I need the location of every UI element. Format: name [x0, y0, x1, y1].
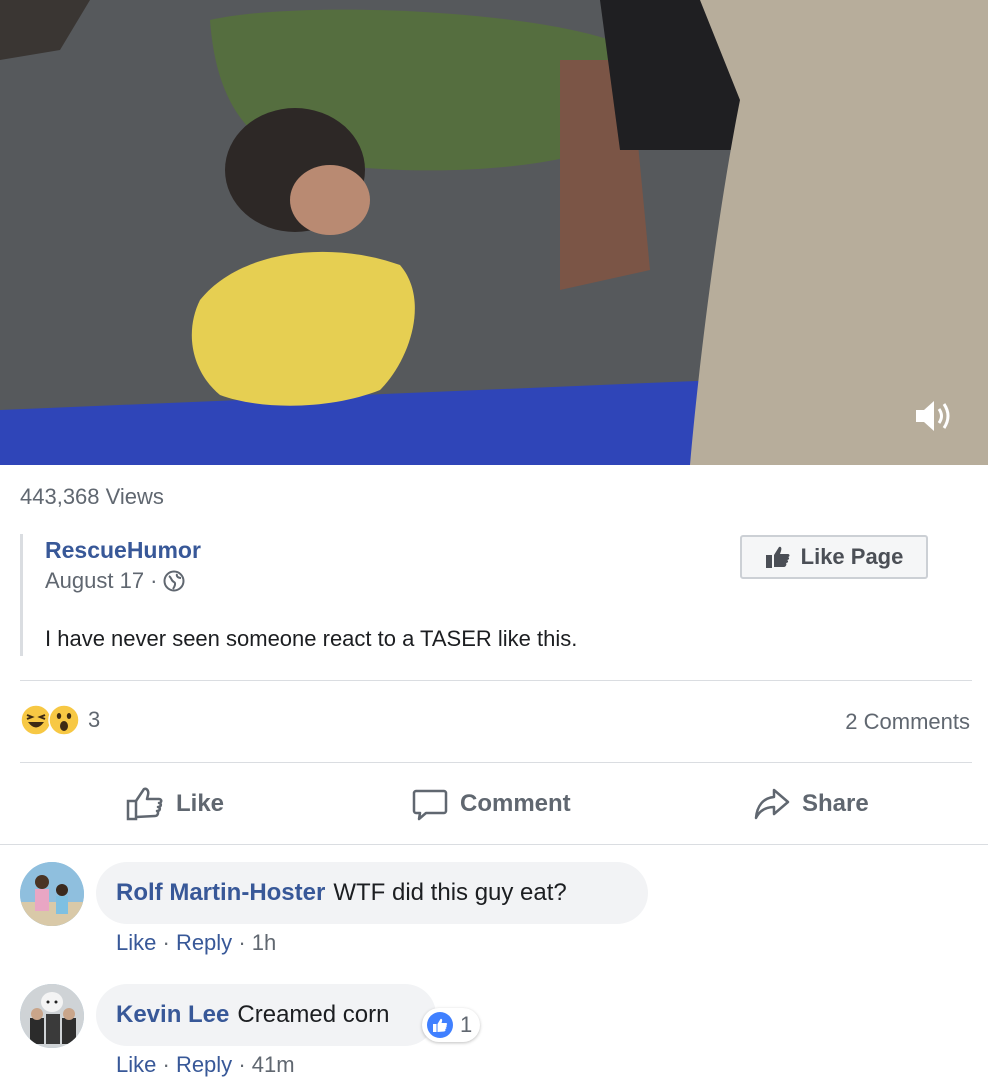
comment-item: Kevin Lee Creamed corn 1 Like · Reply · … [20, 984, 960, 1084]
post-text: I have never seen someone react to a TAS… [45, 626, 578, 651]
like-button[interactable]: Like [126, 786, 224, 822]
comment-label: Comment [460, 790, 571, 817]
avatar-image [20, 862, 84, 926]
wow-icon [48, 704, 80, 736]
thumbs-up-outline-icon [126, 787, 163, 821]
dot-separator: · [238, 930, 252, 955]
comment-text: WTF did this guy eat? [333, 879, 567, 906]
divider [20, 680, 972, 681]
reaction-count: 3 [88, 707, 101, 732]
post-date[interactable]: August 17 [45, 568, 144, 594]
dot-separator: · [162, 930, 176, 955]
avatar[interactable] [20, 984, 84, 1048]
comment-button[interactable]: Comment [412, 786, 571, 822]
globe-icon [163, 570, 185, 592]
share-button[interactable]: Share [754, 786, 869, 822]
avatar[interactable] [20, 862, 84, 926]
comment-actions: Like · Reply · 1h [116, 930, 276, 956]
comment-author[interactable]: Kevin Lee [116, 1001, 229, 1029]
dot-separator: · [238, 1052, 252, 1077]
comment-like-badge[interactable]: 1 [422, 1008, 481, 1042]
shared-post: RescueHumor August 17 · I have never see… [20, 534, 723, 656]
comment-like-link[interactable]: Like [116, 930, 156, 955]
like-page-button[interactable]: Like Page [740, 535, 928, 579]
action-bar: Like Comment Share [0, 782, 988, 828]
comment-item: Rolf Martin-Hoster WTF did this guy eat?… [20, 862, 960, 962]
comments-count-link[interactable]: 2 Comments [845, 709, 970, 735]
comment-time[interactable]: 1h [252, 930, 276, 955]
divider [0, 844, 988, 845]
video-player[interactable] [0, 0, 988, 465]
volume-button[interactable] [912, 396, 958, 436]
volume-icon [916, 401, 950, 431]
like-page-label: Like Page [800, 544, 904, 569]
comment-bubble: Rolf Martin-Hoster WTF did this guy eat? [96, 862, 648, 924]
video-frame [0, 0, 988, 465]
dot-separator: · [162, 1052, 176, 1077]
like-reaction-icon [427, 1012, 453, 1038]
comment-like-link[interactable]: Like [116, 1052, 156, 1077]
like-label: Like [176, 790, 225, 817]
meta-separator: · [150, 568, 158, 593]
thumbs-up-icon [765, 546, 790, 568]
comment-author[interactable]: Rolf Martin-Hoster [116, 879, 325, 907]
divider [20, 762, 972, 763]
comment-actions: Like · Reply · 41m [116, 1052, 295, 1078]
comment-reply-link[interactable]: Reply [176, 1052, 232, 1077]
reactions-summary[interactable]: 3 [20, 704, 100, 736]
view-count: 443,368 Views [20, 484, 164, 509]
comment-like-count: 1 [460, 1012, 473, 1037]
comment-reply-link[interactable]: Reply [176, 930, 232, 955]
page-name-link[interactable]: RescueHumor [45, 537, 201, 564]
post-meta: August 17 · [45, 568, 185, 594]
avatar-image [20, 984, 84, 1048]
comment-icon [412, 789, 448, 821]
share-icon [754, 788, 790, 820]
share-label: Share [802, 790, 869, 817]
comment-time[interactable]: 41m [252, 1052, 295, 1077]
comment-text: Creamed corn [237, 1001, 390, 1028]
comment-bubble: Kevin Lee Creamed corn [96, 984, 436, 1046]
